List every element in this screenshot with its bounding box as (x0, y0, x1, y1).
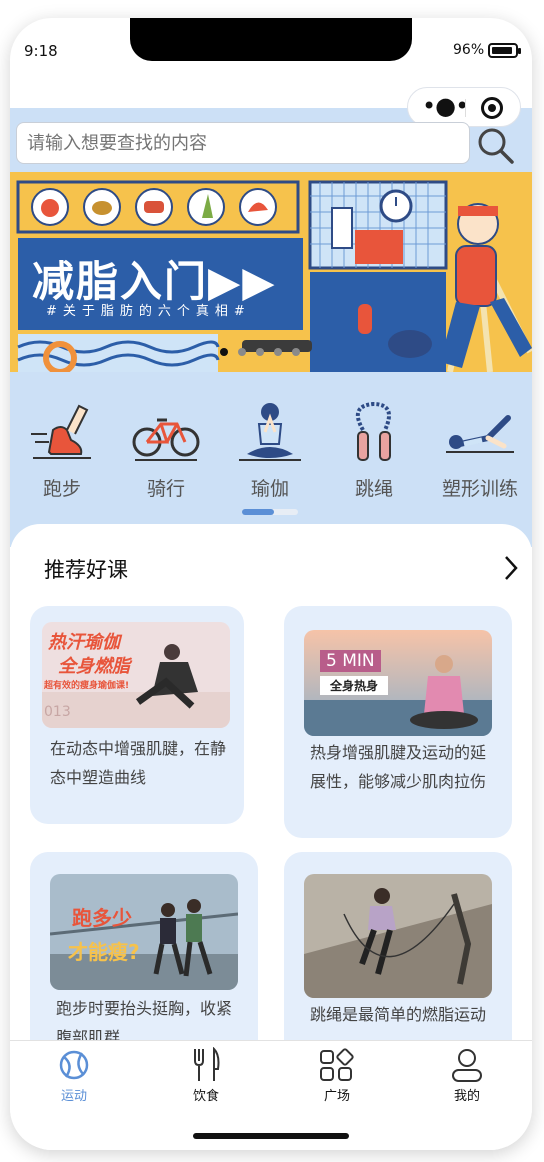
bicycle-icon (132, 418, 200, 461)
thumb-caption: 超有效的瘦身瑜伽课! (44, 681, 130, 691)
carousel-dot[interactable] (256, 348, 264, 356)
category-label: 塑形训练 (441, 478, 518, 500)
category-label: 跑步 (42, 478, 81, 500)
carousel-indicator (220, 348, 300, 356)
course-thumbnail (304, 874, 492, 998)
tab-bar: 运动 饮食 广场 我的 (10, 1040, 532, 1150)
thumb-caption: 才能瘦? (68, 940, 140, 964)
course-description: 热身增强肌腱及运动的延展性，能够减少肌肉拉伤 (310, 743, 487, 791)
tab-square[interactable]: 广场 (297, 1047, 377, 1104)
chevron-right-icon[interactable] (502, 554, 520, 582)
category-scroll-indicator (242, 509, 298, 515)
course-thumbnail: 5 MIN 全身热身 (304, 630, 492, 736)
course-card[interactable]: 5 MIN 全身热身 热身增强肌腱及运动的延展性，能够减少肌肉拉伤 (284, 606, 512, 838)
category-jump-rope[interactable]: 跳绳 (324, 400, 424, 501)
course-card[interactable]: 跑多少 才能瘦? 跑步时要抬头挺胸，收紧腹部肌群 (30, 852, 258, 1044)
category-label: 跳绳 (354, 478, 393, 500)
thumb-caption: 跑多少 (72, 906, 132, 930)
battery-icon (488, 43, 521, 58)
battery-percent: 96% (453, 42, 485, 58)
category-cycling[interactable]: 骑行 (116, 400, 216, 501)
course-card[interactable]: 热汗瑜伽 全身燃脂 超有效的瘦身瑜伽课! 013 在动态中增强肌腱，在静态中塑造… (30, 606, 244, 824)
tab-sport[interactable]: 运动 (34, 1047, 114, 1104)
category-section: 跑步 骑行 瑜伽 跳绳 塑形训练 (10, 372, 532, 547)
course-description: 跳绳是最简单的燃脂运动 (310, 1005, 487, 1024)
carousel-dot[interactable] (238, 348, 246, 356)
category-yoga[interactable]: 瑜伽 (220, 400, 320, 501)
more-icon[interactable]: •●• (422, 94, 469, 118)
fork-knife-icon (194, 1047, 220, 1081)
status-time: 9:18 (24, 42, 58, 60)
close-target-icon[interactable] (481, 97, 503, 119)
tab-diet[interactable]: 饮食 (166, 1047, 246, 1104)
thumb-caption: 5 MIN (320, 650, 381, 672)
course-thumbnail: 热汗瑜伽 全身燃脂 超有效的瘦身瑜伽课! 013 (42, 622, 230, 728)
category-running[interactable]: 跑步 (12, 400, 112, 501)
category-shaping[interactable]: 塑形训练 (428, 400, 532, 501)
category-label: 骑行 (146, 478, 185, 500)
tab-label: 运动 (60, 1089, 87, 1104)
banner-subtitle: #关于脂肪的六个真相# (46, 304, 251, 319)
recommend-section: 推荐好课 热汗瑜伽 全身燃脂 超有效的瘦身瑜伽课! 013 在动态中增强肌腱，在… (10, 524, 532, 1044)
thumb-caption: 全身燃脂 (58, 656, 130, 677)
search-input[interactable] (16, 122, 470, 164)
carousel-dot[interactable] (220, 348, 228, 356)
course-thumbnail: 跑多少 才能瘦? (50, 874, 238, 990)
promo-banner[interactable]: 减脂入门▶▶ #关于脂肪的六个真相# (10, 172, 532, 372)
thumb-caption: 热汗瑜伽 (48, 632, 120, 653)
category-label: 瑜伽 (250, 478, 289, 500)
user-icon (452, 1049, 482, 1082)
course-card[interactable]: 跳绳是最简单的燃脂运动 (284, 852, 512, 1044)
grid-square-icon (320, 1048, 354, 1081)
carousel-dot[interactable] (274, 348, 282, 356)
jump-rope-icon (355, 401, 391, 461)
course-description: 跑步时要抬头挺胸，收紧腹部肌群 (56, 999, 233, 1044)
running-shoe-icon (31, 404, 91, 459)
course-description: 在动态中增强肌腱，在静态中塑造曲线 (50, 739, 227, 787)
mini-program-capsule: •●• (407, 87, 521, 127)
thumb-caption: 013 (44, 704, 71, 720)
search-icon[interactable] (476, 126, 516, 166)
phone-frame: 9:18 96% •●• 请输入想要查找的内容 减脂入门▶▶ #关于脂肪的六个真… (10, 18, 532, 1150)
body-shaping-icon (446, 415, 514, 453)
tab-label: 我的 (453, 1089, 480, 1104)
notch (130, 18, 412, 61)
section-title: 推荐好课 (44, 558, 128, 582)
sport-ball-icon (59, 1050, 89, 1080)
tab-label: 广场 (323, 1089, 350, 1104)
yoga-icon (239, 403, 301, 461)
tab-mine[interactable]: 我的 (427, 1047, 507, 1104)
home-indicator (193, 1133, 349, 1139)
thumb-caption: 全身热身 (320, 676, 389, 695)
carousel-dot[interactable] (292, 348, 300, 356)
tab-label: 饮食 (192, 1089, 219, 1104)
